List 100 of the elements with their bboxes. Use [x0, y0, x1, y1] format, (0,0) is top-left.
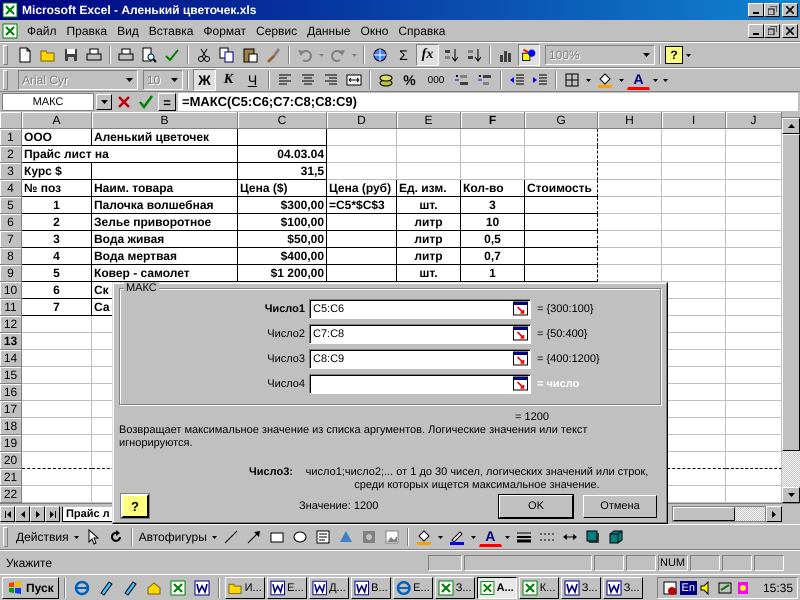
taskbar-button[interactable]: Е...	[266, 576, 307, 598]
table-cell[interactable]: =C5*$C$3	[327, 197, 397, 214]
caret-icon[interactable]	[586, 78, 591, 82]
table-cell[interactable]: литр	[397, 231, 461, 248]
table-cell[interactable]: $100,00	[238, 214, 327, 231]
table-cell[interactable]: 1	[22, 197, 92, 214]
table-cell[interactable]: № поз	[22, 180, 92, 197]
table-cell[interactable]	[327, 248, 397, 265]
caret-icon[interactable]	[438, 536, 443, 538]
table-cell[interactable]: Цена ($)	[238, 180, 327, 197]
table-cell[interactable]: Вода живая	[92, 231, 238, 248]
minimize-button[interactable]	[748, 24, 764, 38]
table-cell[interactable]: $50,00	[238, 231, 327, 248]
column-header[interactable]: B	[92, 112, 238, 129]
autosum-button[interactable]: Σ	[392, 44, 415, 66]
row-header[interactable]: 14	[0, 350, 22, 367]
menu-item[interactable]: Сервис	[251, 24, 302, 38]
table-cell[interactable]: Палочка волшебная	[92, 197, 238, 214]
font-color-button[interactable]: A	[478, 527, 502, 547]
actions-menu-button[interactable]: Действия	[14, 526, 71, 548]
drawing-icon[interactable]	[518, 44, 540, 66]
minimize-button[interactable]	[748, 3, 764, 17]
row-header[interactable]: 10	[0, 282, 22, 299]
caret-icon[interactable]	[686, 54, 691, 56]
autoshapes-menu-button[interactable]: Автофигуры	[136, 526, 209, 548]
restore-button[interactable]	[764, 24, 780, 38]
menu-item[interactable]: Правка	[62, 24, 112, 38]
column-header[interactable]: D	[327, 112, 397, 129]
name-box[interactable]: МАКС	[2, 93, 94, 111]
row-header[interactable]: 8	[0, 248, 22, 265]
row-header[interactable]: 1	[0, 129, 22, 146]
table-cell[interactable]: Вода мертвая	[92, 248, 238, 265]
table-cell[interactable]	[525, 197, 598, 214]
table-cell[interactable]: 0,5	[461, 231, 525, 248]
underline-button[interactable]: Ч	[241, 69, 264, 91]
taskbar-button[interactable]: В...	[350, 576, 391, 598]
row-header[interactable]: 9	[0, 265, 22, 282]
menu-item[interactable]: Данные	[302, 24, 356, 38]
name-box-dropdown[interactable]	[96, 94, 112, 110]
column-header[interactable]: G	[525, 112, 598, 129]
argument-field[interactable]	[309, 374, 531, 394]
italic-button[interactable]: К	[217, 69, 240, 91]
table-cell[interactable]: Курс $	[22, 163, 92, 180]
select-all-button[interactable]	[0, 112, 22, 129]
caret-icon[interactable]	[504, 536, 510, 538]
table-cell[interactable]: 04.03.04	[238, 146, 327, 163]
table-cell[interactable]: 10	[461, 214, 525, 231]
argument-field[interactable]: C8:C9	[309, 349, 531, 369]
taskbar-button[interactable]: Д...	[308, 576, 349, 598]
enter-icon[interactable]	[138, 94, 154, 110]
table-cell[interactable]	[525, 129, 598, 146]
cancel-icon[interactable]	[116, 94, 132, 110]
menu-item[interactable]: Справка	[393, 24, 450, 38]
column-header[interactable]: A	[22, 112, 92, 129]
row-header[interactable]: 7	[0, 231, 22, 248]
table-cell[interactable]: шт.	[397, 197, 461, 214]
percent-button[interactable]: %	[398, 69, 421, 91]
table-cell[interactable]	[327, 214, 397, 231]
edit-formula-button[interactable]: =	[158, 93, 176, 111]
collapse-dialog-icon[interactable]	[512, 326, 529, 342]
row-header[interactable]: 15	[0, 367, 22, 384]
table-cell[interactable]	[525, 214, 598, 231]
horizontal-scrollbar[interactable]	[672, 506, 766, 522]
argument-field[interactable]: C5:C6	[309, 299, 531, 319]
taskbar-button[interactable]: З...	[560, 576, 601, 598]
table-cell[interactable]	[327, 231, 397, 248]
table-cell[interactable]: 2	[22, 214, 92, 231]
scroll-right-button[interactable]	[766, 506, 782, 522]
table-cell[interactable]: Аленький цветочек	[92, 129, 238, 146]
row-header[interactable]: 21	[0, 469, 22, 486]
menu-item[interactable]: Окно	[355, 24, 394, 38]
table-cell[interactable]: 5	[22, 265, 92, 282]
table-cell[interactable]: 4	[22, 248, 92, 265]
caret-icon[interactable]	[74, 536, 79, 538]
table-cell[interactable]: 3	[461, 197, 525, 214]
thousands-button[interactable]: 000	[422, 69, 450, 91]
next-sheet-button[interactable]	[30, 506, 45, 522]
table-cell[interactable]: 31,5	[238, 163, 327, 180]
row-header[interactable]: 11	[0, 299, 22, 316]
caret-icon[interactable]	[470, 536, 476, 538]
start-button[interactable]: Пуск	[2, 576, 59, 598]
table-cell[interactable]	[238, 129, 327, 146]
row-header[interactable]: 19	[0, 435, 22, 452]
table-cell[interactable]: Кол-во	[461, 180, 525, 197]
taskbar-button[interactable]: Е...	[392, 576, 433, 598]
table-cell[interactable]: 6	[22, 282, 92, 299]
table-cell[interactable]: Прайс лист на	[22, 146, 238, 163]
font-color-button[interactable]: A	[627, 70, 650, 90]
column-header[interactable]: I	[662, 112, 726, 129]
table-cell[interactable]: Ед. изм.	[397, 180, 461, 197]
table-cell[interactable]: Зелье приворотное	[92, 214, 238, 231]
taskbar-button[interactable]: И...	[224, 576, 265, 598]
table-cell[interactable]: литр	[397, 248, 461, 265]
cancel-button[interactable]: Отмена	[583, 494, 657, 518]
close-button[interactable]	[782, 3, 798, 17]
row-header[interactable]: 6	[0, 214, 22, 231]
menu-item[interactable]: Формат	[198, 24, 252, 38]
taskbar-button[interactable]: З...	[434, 576, 475, 598]
row-header[interactable]: 17	[0, 401, 22, 418]
taskbar-button[interactable]: З...	[602, 576, 643, 598]
